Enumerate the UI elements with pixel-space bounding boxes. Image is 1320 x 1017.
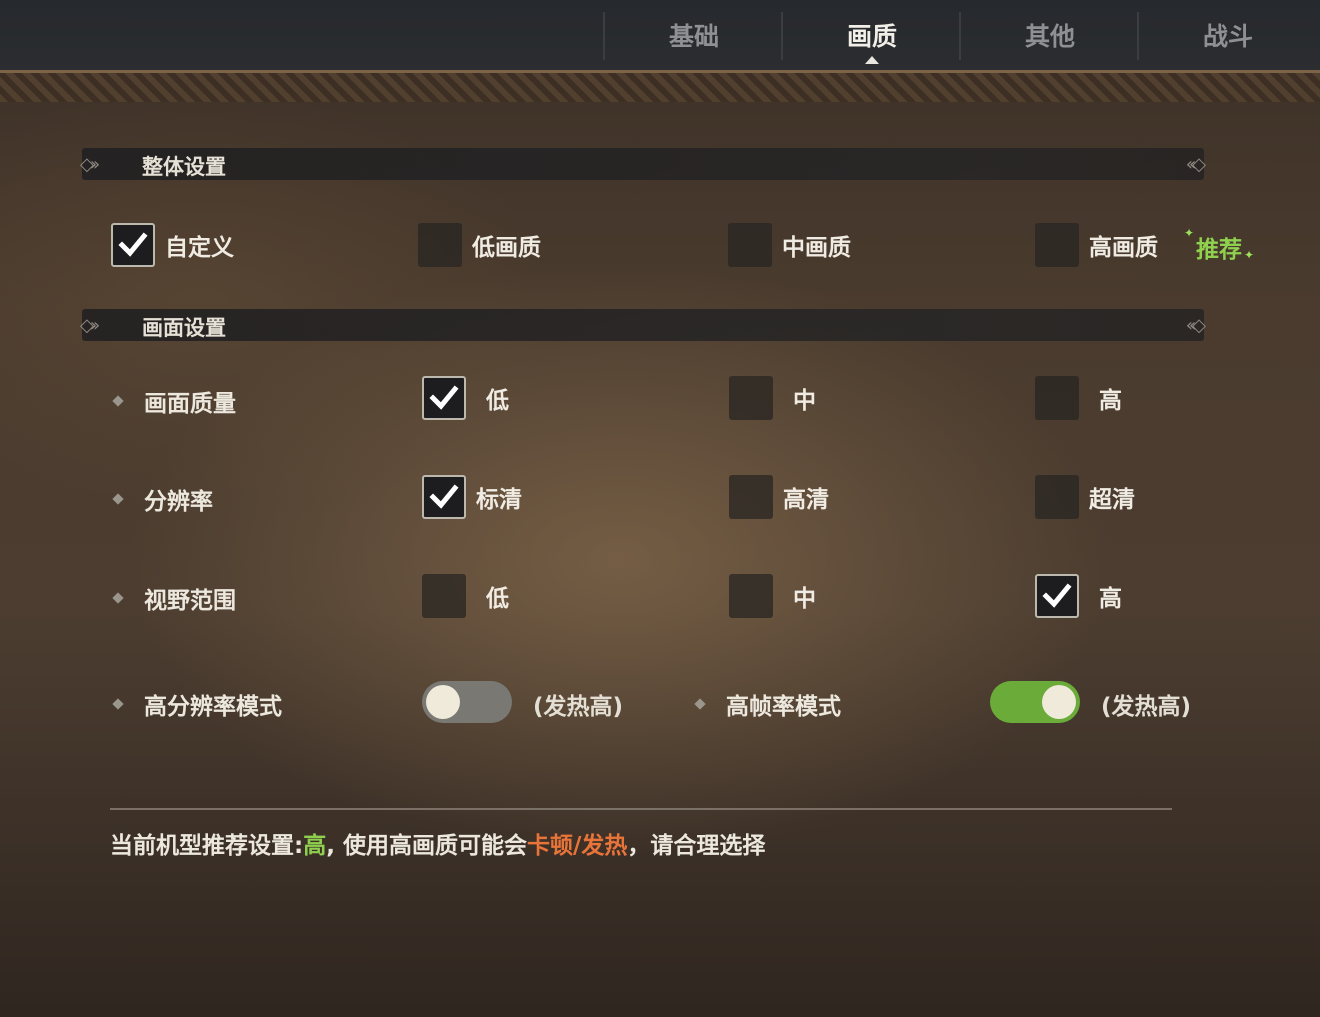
- bullet-diamond-icon: [112, 395, 124, 407]
- setting-label-text: 高帧率模式: [726, 694, 841, 720]
- tab-other[interactable]: 其他: [961, 0, 1139, 70]
- preset-label: 低画质: [472, 235, 541, 261]
- tab-bar: 基础 画质 其他 战斗: [0, 0, 1320, 70]
- option-label: 高: [1099, 388, 1122, 414]
- setting-label-text: 画面质量: [144, 391, 236, 417]
- resolution-option-hd[interactable]: 高清: [729, 475, 829, 519]
- preset-low[interactable]: 低画质: [418, 223, 541, 267]
- checkmark-icon: [118, 232, 148, 257]
- chevron-left-deco-icon: ‹‹◇: [1185, 315, 1206, 336]
- resolution-option-uhd[interactable]: 超清: [1035, 475, 1135, 519]
- setting-label-text: 高分辨率模式: [144, 694, 282, 720]
- recommend-badge: 推荐: [1196, 237, 1242, 263]
- checkbox-unchecked[interactable]: [1035, 223, 1079, 267]
- preset-label: 中画质: [782, 235, 851, 261]
- bullet-diamond-icon: [112, 493, 124, 505]
- decorative-border: [0, 70, 1320, 102]
- view-range-option-high[interactable]: 高: [1035, 574, 1122, 618]
- option-label: 高: [1099, 586, 1122, 612]
- tab-basic[interactable]: 基础: [605, 0, 783, 70]
- notice-prefix: 当前机型推荐设置:: [110, 833, 304, 859]
- checkbox-unchecked[interactable]: [1035, 475, 1079, 519]
- setting-label-text: 视野范围: [144, 588, 236, 614]
- checkbox-unchecked[interactable]: [1035, 376, 1079, 420]
- section-title: 整体设置: [142, 155, 226, 179]
- bullet-diamond-icon: [112, 592, 124, 604]
- bullet-diamond-icon: [694, 698, 706, 710]
- resolution-option-sd[interactable]: 标清: [422, 475, 522, 519]
- setting-label-high-res-mode: 高分辨率模式: [112, 687, 282, 721]
- recommendation-notice: 当前机型推荐设置:高, 使用高画质可能会卡顿/发热，请合理选择: [110, 826, 765, 860]
- quality-option-low[interactable]: 低: [422, 376, 509, 420]
- checkbox-checked[interactable]: [111, 223, 155, 267]
- section-header-overall: ◇›› 整体设置 ‹‹◇: [80, 148, 1206, 180]
- quality-option-medium[interactable]: 中: [729, 376, 816, 420]
- preset-label: 自定义: [165, 235, 234, 261]
- checkbox-checked[interactable]: [422, 475, 466, 519]
- checkbox-unchecked[interactable]: [422, 574, 466, 618]
- preset-label: 高画质: [1089, 235, 1158, 261]
- checkmark-icon: [429, 484, 459, 509]
- checkmark-icon: [1042, 583, 1072, 608]
- section-header-display: ◇›› 画面设置 ‹‹◇: [80, 309, 1206, 341]
- setting-label-text: 分辨率: [144, 489, 213, 515]
- tab-battle[interactable]: 战斗: [1139, 0, 1317, 70]
- high-res-mode-toggle[interactable]: [422, 681, 512, 723]
- option-label: 低: [486, 586, 509, 612]
- sparkle-icon: ✦: [1244, 248, 1255, 262]
- heat-warning-note: (发热高): [1101, 694, 1192, 720]
- setting-label-view-range: 视野范围: [112, 581, 236, 615]
- checkbox-unchecked[interactable]: [728, 223, 772, 267]
- toggle-knob: [1042, 685, 1076, 719]
- checkbox-unchecked[interactable]: [729, 376, 773, 420]
- chevron-left-deco-icon: ‹‹◇: [1185, 154, 1206, 175]
- toggle-knob: [426, 685, 460, 719]
- option-label: 低: [486, 388, 509, 414]
- checkbox-unchecked[interactable]: [729, 475, 773, 519]
- lag-heat-warning: 卡顿/发热: [526, 833, 628, 859]
- setting-label-quality: 画面质量: [112, 384, 236, 418]
- setting-label-resolution: 分辨率: [112, 482, 213, 516]
- chevron-right-deco-icon: ◇››: [80, 154, 100, 175]
- preset-high[interactable]: 高画质: [1035, 223, 1158, 267]
- preset-medium[interactable]: 中画质: [728, 223, 851, 267]
- option-label: 标清: [476, 487, 522, 513]
- option-label: 中: [793, 388, 816, 414]
- notice-suffix: ，请合理选择: [627, 833, 766, 859]
- decorative-border-line: [0, 70, 1320, 73]
- recommended-level: 高: [303, 833, 327, 859]
- footer-divider: [110, 808, 1172, 810]
- option-label: 高清: [783, 487, 829, 513]
- option-label: 中: [793, 586, 816, 612]
- sparkle-icon: ✦: [1184, 226, 1195, 240]
- checkbox-unchecked[interactable]: [729, 574, 773, 618]
- checkmark-icon: [429, 385, 459, 410]
- active-tab-caret-icon: [865, 56, 879, 64]
- view-range-option-low[interactable]: 低: [422, 574, 509, 618]
- bullet-diamond-icon: [112, 698, 124, 710]
- checkbox-checked[interactable]: [422, 376, 466, 420]
- checkbox-unchecked[interactable]: [418, 223, 462, 267]
- checkbox-checked[interactable]: [1035, 574, 1079, 618]
- view-range-option-medium[interactable]: 中: [729, 574, 816, 618]
- quality-option-high[interactable]: 高: [1035, 376, 1122, 420]
- notice-middle: , 使用高画质可能会: [326, 833, 527, 859]
- option-label: 超清: [1089, 487, 1135, 513]
- section-title: 画面设置: [142, 316, 226, 340]
- high-fps-mode-toggle[interactable]: [990, 681, 1080, 723]
- setting-label-high-fps-mode: 高帧率模式: [694, 687, 841, 721]
- chevron-right-deco-icon: ◇››: [80, 315, 100, 336]
- preset-custom[interactable]: 自定义: [111, 223, 234, 267]
- heat-warning-note: (发热高): [533, 694, 624, 720]
